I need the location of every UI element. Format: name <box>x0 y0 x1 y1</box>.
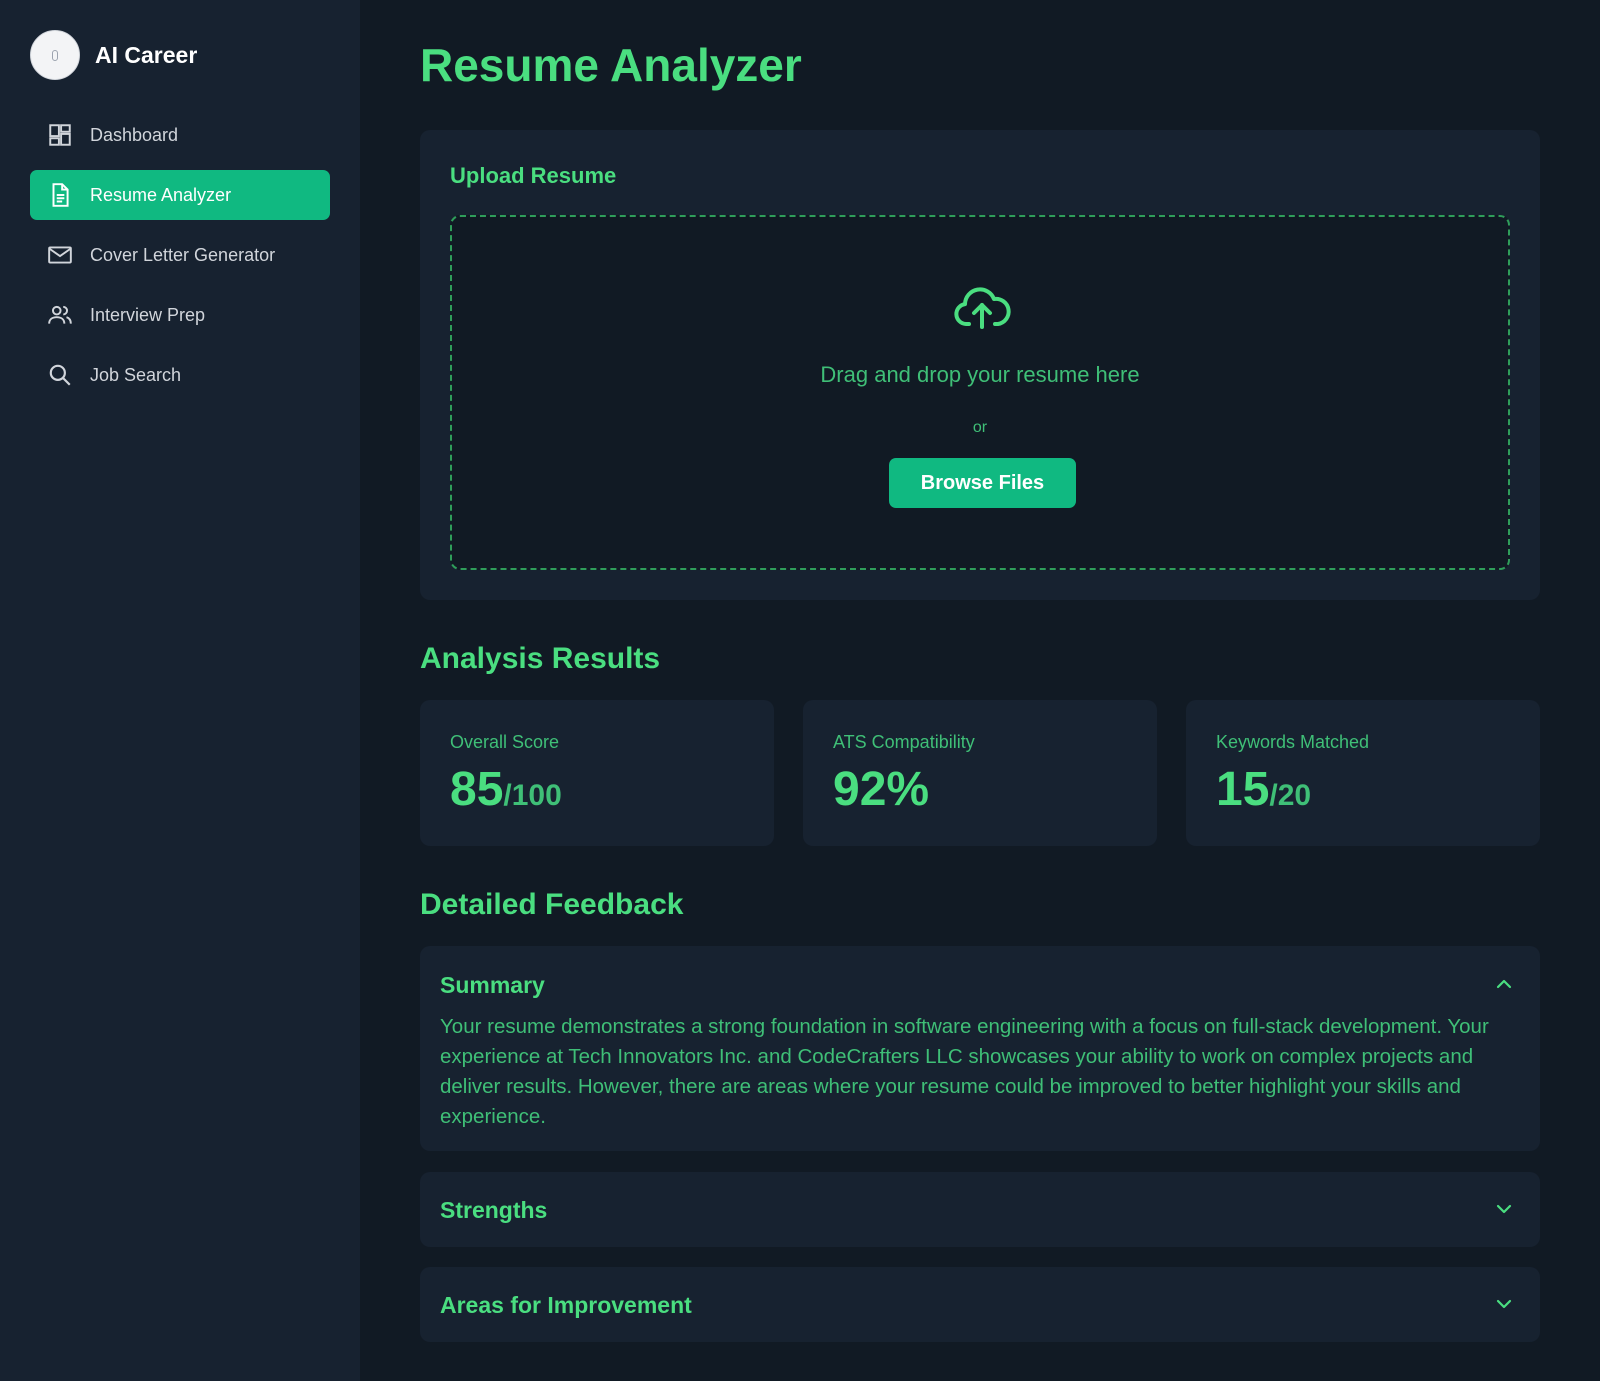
stat-suffix: /20 <box>1269 779 1312 812</box>
stat-label: Keywords Matched <box>1216 732 1370 752</box>
accordion-header-summary[interactable]: Summary <box>440 972 545 999</box>
page-title: Resume Analyzer <box>420 39 802 91</box>
search-icon <box>46 361 74 389</box>
accordion-body-summary: Your resume demonstrates a strong founda… <box>440 1015 1489 1128</box>
brand[interactable]: AI Career <box>30 30 197 80</box>
accordion-summary: Summary Your resume demonstrates a stron… <box>420 946 1540 1151</box>
sidebar-item-label: Resume Analyzer <box>90 184 232 205</box>
upload-title: Upload Resume <box>450 163 617 188</box>
detailed-feedback-title: Detailed Feedback <box>420 888 684 921</box>
stat-value: 85/100 <box>450 762 562 817</box>
chevron-down-icon[interactable] <box>1494 1294 1514 1314</box>
accordion-header-strengths[interactable]: Strengths <box>440 1197 547 1224</box>
stat-card-overall-score: Overall Score 85/100 <box>420 700 774 846</box>
sidebar-item-label: Dashboard <box>90 124 179 145</box>
sidebar-item-resume-analyzer[interactable]: Resume Analyzer <box>30 170 330 220</box>
mail-icon <box>46 241 74 269</box>
brand-logo <box>30 30 80 80</box>
stat-number: 15 <box>1216 763 1270 816</box>
sidebar-item-label: Interview Prep <box>90 304 206 325</box>
stat-number: 85 <box>450 763 504 816</box>
accordion-areas-for-improvement[interactable]: Areas for Improvement <box>420 1267 1540 1342</box>
cloud-upload-icon <box>954 287 1011 329</box>
stat-number: 92% <box>833 763 930 816</box>
stat-label: Overall Score <box>450 732 560 752</box>
dropzone-or: or <box>972 419 988 436</box>
sidebar-item-dashboard[interactable]: Dashboard <box>30 110 330 160</box>
sidebar: AI Career Dashboard Resume Analyzer Cove… <box>0 0 360 1381</box>
stat-value: 15/20 <box>1216 762 1311 817</box>
resume-dropzone[interactable]: Drag and drop your resume here or Browse… <box>450 215 1510 570</box>
people-icon <box>46 301 74 329</box>
stat-value: 92% <box>833 762 929 817</box>
stat-card-ats-compatibility: ATS Compatibility 92% <box>803 700 1157 846</box>
sidebar-item-cover-letter-generator[interactable]: Cover Letter Generator <box>30 230 330 280</box>
chevron-down-icon[interactable] <box>1494 1199 1514 1219</box>
analysis-results-title: Analysis Results <box>420 642 661 675</box>
brand-name: AI Career <box>95 41 198 68</box>
sidebar-item-job-search[interactable]: Job Search <box>30 350 330 400</box>
sidebar-item-interview-prep[interactable]: Interview Prep <box>30 290 330 340</box>
accordion-header-areas-for-improvement[interactable]: Areas for Improvement <box>440 1292 692 1319</box>
analysis-stats: Overall Score 85/100 ATS Compatibility 9… <box>420 700 1540 846</box>
browse-files-button[interactable]: Browse Files <box>889 458 1076 508</box>
document-icon <box>46 181 74 209</box>
chevron-up-icon[interactable] <box>1494 974 1514 994</box>
stat-label: ATS Compatibility <box>833 732 975 752</box>
dropzone-instructions: Drag and drop your resume here <box>820 362 1140 387</box>
dashboard-icon <box>46 121 74 149</box>
stat-card-keywords-matched: Keywords Matched 15/20 <box>1186 700 1540 846</box>
accordion-strengths[interactable]: Strengths <box>420 1172 1540 1247</box>
sidebar-item-label: Cover Letter Generator <box>90 244 276 265</box>
sidebar-nav: Dashboard Resume Analyzer Cover Letter G… <box>30 110 330 410</box>
sidebar-item-label: Job Search <box>90 364 182 385</box>
upload-card: Upload Resume Drag and drop your resume … <box>420 130 1540 600</box>
stat-suffix: /100 <box>503 779 562 812</box>
